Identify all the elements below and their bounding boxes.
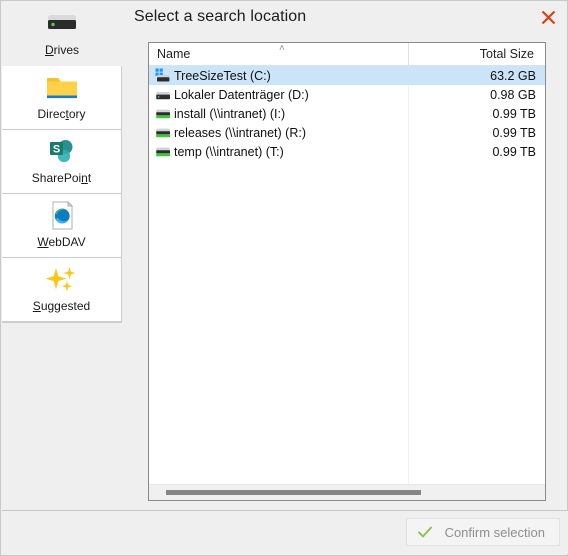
sidebar-item-label: WebDAV bbox=[37, 235, 86, 249]
table-row[interactable]: TreeSizeTest (C:) 63.2 GB bbox=[149, 66, 545, 85]
close-icon[interactable] bbox=[535, 4, 561, 30]
table-row[interactable]: install (\\intranet) (I:) 0.99 TB bbox=[149, 104, 545, 123]
row-name: temp (\\intranet) (T:) bbox=[174, 144, 284, 159]
column-header-total-size[interactable]: Total Size bbox=[408, 43, 543, 65]
sidebar-item-directory[interactable]: Directory bbox=[2, 66, 122, 130]
table-row[interactable]: Lokaler Datenträger (D:) 0.98 GB bbox=[149, 85, 545, 104]
column-header-total-size-label: Total Size bbox=[479, 47, 534, 61]
page-title: Select a search location bbox=[134, 8, 307, 25]
sparkles-icon bbox=[42, 261, 82, 299]
table-row[interactable]: temp (\\intranet) (T:) 0.99 TB bbox=[149, 142, 545, 161]
search-location-dialog: Select a search location Drives Director… bbox=[0, 0, 568, 556]
row-name: releases (\\intranet) (R:) bbox=[174, 125, 306, 140]
row-name: TreeSizeTest (C:) bbox=[174, 68, 271, 83]
sharepoint-icon: S bbox=[43, 133, 81, 171]
list-rows: TreeSizeTest (C:) 63.2 GB Lokaler Datent… bbox=[149, 66, 545, 161]
svg-text:S: S bbox=[52, 144, 59, 156]
row-size: 0.99 TB bbox=[492, 144, 536, 159]
confirm-selection-button[interactable]: Confirm selection bbox=[405, 518, 560, 546]
sidebar-item-sharepoint[interactable]: S SharePoint bbox=[2, 130, 122, 194]
network-drive-icon bbox=[152, 106, 174, 121]
list-header-row: Name ˄ Total Size bbox=[149, 43, 545, 66]
sort-ascending-icon: ˄ bbox=[279, 43, 285, 54]
dialog-footer: Confirm selection bbox=[2, 510, 568, 554]
row-size: 63.2 GB bbox=[490, 68, 536, 83]
horizontal-scrollbar[interactable] bbox=[149, 484, 545, 500]
row-size: 0.99 TB bbox=[492, 106, 536, 121]
sidebar-item-drives[interactable]: Drives bbox=[2, 2, 122, 66]
row-size: 0.99 TB bbox=[492, 125, 536, 140]
sidebar: Drives Directory S SharePoint WebDAV Sug… bbox=[2, 2, 122, 513]
network-drive-icon bbox=[152, 144, 174, 159]
network-drive-icon bbox=[152, 125, 174, 140]
local-drive-icon bbox=[152, 87, 174, 102]
sidebar-item-label: Suggested bbox=[32, 299, 91, 313]
sidebar-item-webdav[interactable]: WebDAV bbox=[2, 194, 122, 258]
webdav-edge-icon bbox=[46, 197, 78, 235]
table-row[interactable]: releases (\\intranet) (R:) 0.99 TB bbox=[149, 123, 545, 142]
sidebar-item-label: SharePoint bbox=[31, 171, 92, 185]
check-icon bbox=[417, 525, 433, 539]
location-list: Name ˄ Total Size TreeSizeTest (C:) 63.2… bbox=[148, 42, 546, 501]
folder-icon bbox=[42, 69, 82, 107]
column-header-name-label: Name bbox=[157, 47, 191, 61]
sidebar-item-suggested[interactable]: Suggested bbox=[2, 258, 122, 322]
horizontal-scrollbar-thumb[interactable] bbox=[166, 490, 421, 495]
sidebar-item-label: Drives bbox=[44, 43, 79, 57]
row-name: install (\\intranet) (I:) bbox=[174, 106, 286, 121]
row-size: 0.98 GB bbox=[490, 87, 536, 102]
column-header-name[interactable]: Name ˄ bbox=[149, 43, 408, 65]
sidebar-item-label: Directory bbox=[37, 107, 86, 121]
confirm-selection-label: Confirm selection bbox=[444, 524, 545, 540]
windows-drive-icon bbox=[152, 68, 174, 83]
sidebar-filler bbox=[2, 322, 122, 513]
hard-drive-icon bbox=[40, 5, 84, 43]
close-icon-glyph bbox=[541, 10, 555, 24]
row-name: Lokaler Datenträger (D:) bbox=[174, 87, 309, 102]
